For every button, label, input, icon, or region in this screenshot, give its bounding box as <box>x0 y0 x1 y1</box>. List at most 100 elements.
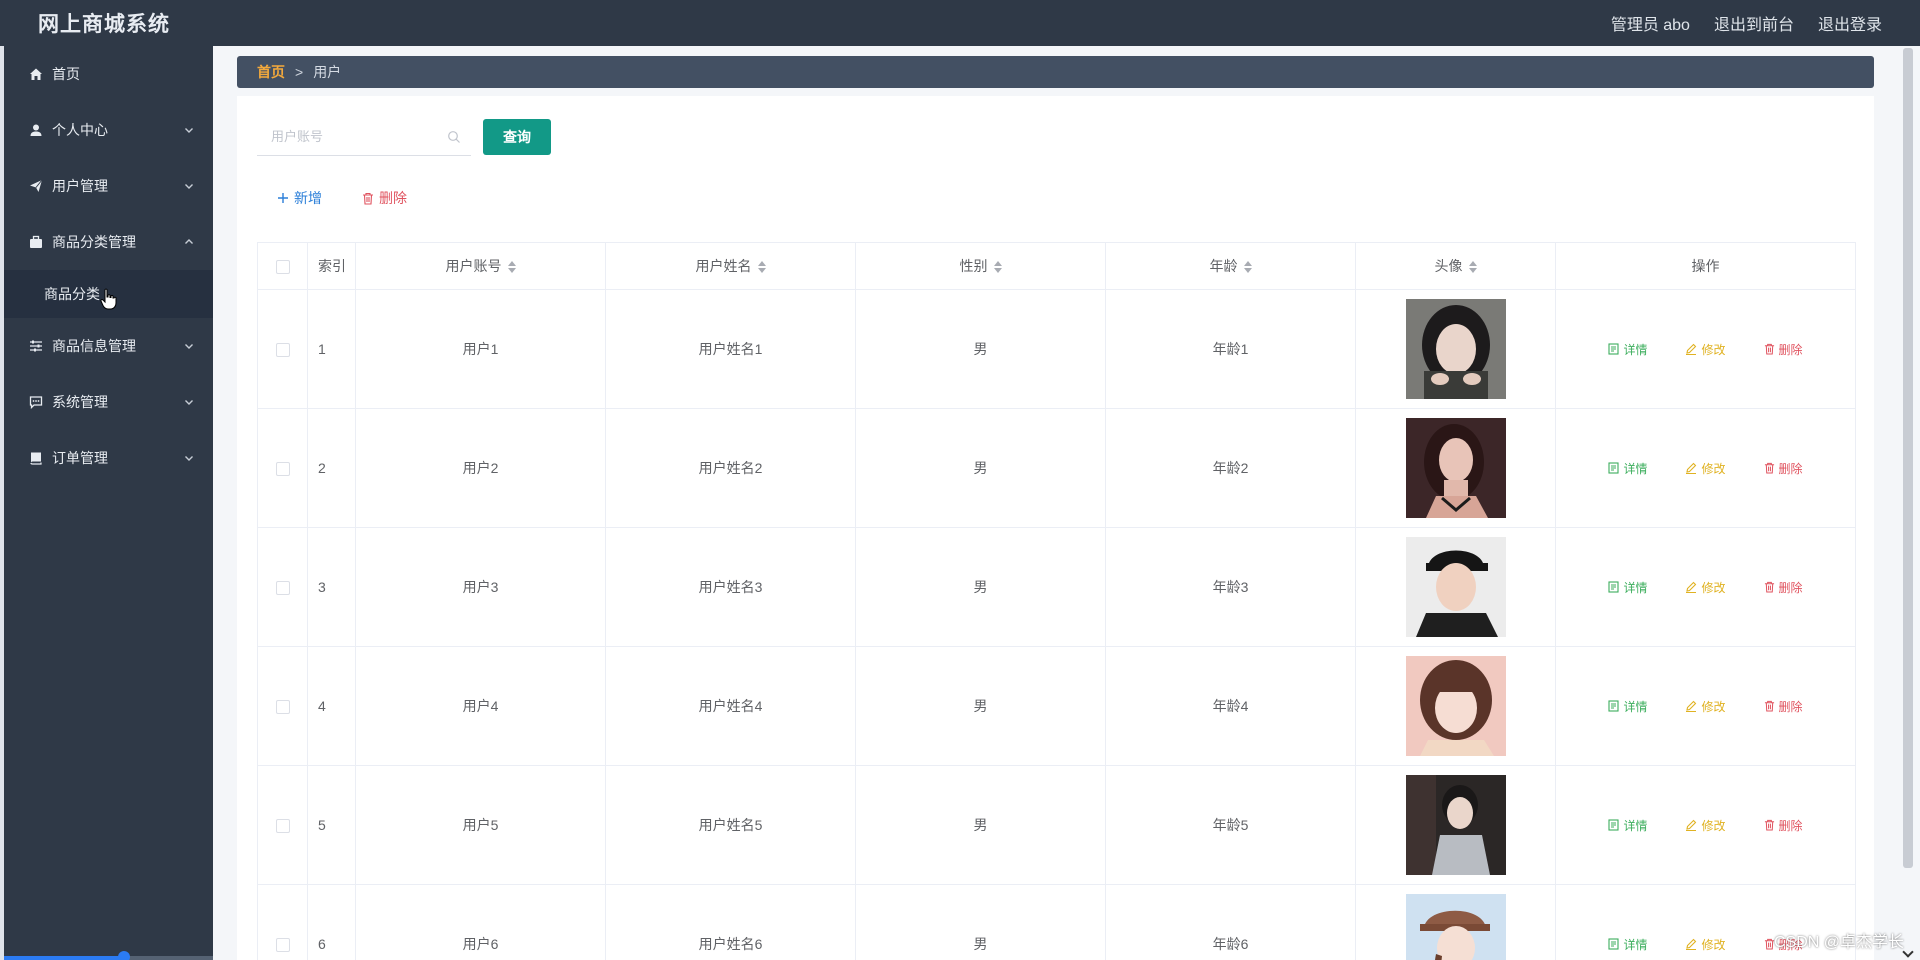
edit-label: 修改 <box>1701 461 1726 476</box>
delete-button[interactable]: 删除 <box>1764 460 1803 477</box>
avatar-cell <box>1355 884 1556 960</box>
trash-icon <box>1764 581 1774 593</box>
name-cell: 用户姓名5 <box>605 765 856 885</box>
edit-button[interactable]: 修改 <box>1685 936 1726 953</box>
row-checkbox[interactable] <box>275 700 290 715</box>
column-header-age[interactable]: 年龄 <box>1105 242 1356 290</box>
sort-icon[interactable] <box>507 261 516 274</box>
add-button[interactable]: 新增 <box>277 188 322 208</box>
avatar-cell <box>1355 408 1556 528</box>
edit-button[interactable]: 修改 <box>1685 579 1726 596</box>
scroll-down-arrow-icon[interactable] <box>1902 946 1914 958</box>
delete-button[interactable]: 删除 <box>1764 817 1803 834</box>
sidebar-item-user-management[interactable]: 用户管理 <box>4 158 213 214</box>
pencil-icon <box>1686 462 1697 474</box>
account-search-input[interactable] <box>271 129 431 144</box>
column-header-account[interactable]: 用户账号 <box>355 242 606 290</box>
detail-button[interactable]: 详情 <box>1608 698 1647 715</box>
exit-to-front-link[interactable]: 退出到前台 <box>1714 11 1794 35</box>
table-body: 1 用户1 用户姓名1 男 年龄1 详情 修改 删除 2 用户2 用户姓名2 男… <box>257 289 1856 960</box>
progress-knob[interactable] <box>118 951 130 960</box>
video-progress-bar[interactable] <box>4 951 217 960</box>
detail-label: 详情 <box>1623 461 1648 476</box>
pencil-icon <box>1686 819 1697 831</box>
plus-icon <box>278 193 288 203</box>
edit-button[interactable]: 修改 <box>1685 341 1726 358</box>
sidebar-item-order-management[interactable]: 订单管理 <box>4 430 213 486</box>
sidebar-item-product-info-management[interactable]: 商品信息管理 <box>4 318 213 374</box>
column-header-name[interactable]: 用户姓名 <box>605 242 856 290</box>
select-all-checkbox[interactable] <box>275 260 290 275</box>
delete-button[interactable]: 删除 <box>1764 341 1803 358</box>
chevron-down-icon <box>185 128 193 133</box>
pencil-icon <box>1686 938 1697 950</box>
gender-cell: 男 <box>855 289 1106 409</box>
sort-icon[interactable] <box>1243 261 1252 274</box>
column-header-gender[interactable]: 性别 <box>855 242 1106 290</box>
user-avatar-image[interactable] <box>1405 537 1506 637</box>
row-select-cell <box>257 289 308 409</box>
row-select-cell <box>257 646 308 766</box>
sidebar-subitem-product-category[interactable]: 商品分类 <box>4 270 213 318</box>
delete-button[interactable]: 删除 <box>1764 579 1803 596</box>
detail-button[interactable]: 详情 <box>1608 460 1647 477</box>
breadcrumb-home-link[interactable]: 首页 <box>257 62 285 82</box>
row-checkbox[interactable] <box>275 938 290 953</box>
user-avatar-image[interactable] <box>1405 894 1506 960</box>
row-checkbox[interactable] <box>275 462 290 477</box>
sidebar: 首页 个人中心 用户管理 商品分类管理 商品分类 商品信息管理 系统管理 订单管… <box>0 46 217 960</box>
name-cell: 用户姓名3 <box>605 527 856 647</box>
age-cell: 年龄1 <box>1105 289 1356 409</box>
row-checkbox[interactable] <box>275 581 290 596</box>
age-cell: 年龄5 <box>1105 765 1356 885</box>
gender-cell: 男 <box>855 527 1106 647</box>
add-button-label: 新增 <box>294 190 322 206</box>
logout-link[interactable]: 退出登录 <box>1818 11 1882 35</box>
detail-button[interactable]: 详情 <box>1608 817 1647 834</box>
watermark: CSDN @卓杰学长 <box>1773 934 1904 951</box>
row-checkbox[interactable] <box>275 819 290 834</box>
operations-cell: 详情 修改 删除 <box>1555 527 1856 647</box>
delete-button[interactable]: 删除 <box>1764 698 1803 715</box>
sidebar-item-system-management[interactable]: 系统管理 <box>4 374 213 430</box>
detail-label: 详情 <box>1623 818 1648 833</box>
sidebar-item-personal-center[interactable]: 个人中心 <box>4 102 213 158</box>
hand-cursor-icon <box>100 288 117 310</box>
query-button[interactable]: 查询 <box>483 119 551 155</box>
edit-button[interactable]: 修改 <box>1685 698 1726 715</box>
sort-icon[interactable] <box>757 261 766 274</box>
chevron-down-icon <box>185 400 193 405</box>
sidebar-item-category-management[interactable]: 商品分类管理 <box>4 214 213 270</box>
user-avatar-image[interactable] <box>1405 418 1506 518</box>
row-checkbox[interactable] <box>275 343 290 358</box>
table-header-row: 索引 用户账号 用户姓名 性别 年龄 头像 操作 <box>257 242 1856 290</box>
send-icon <box>28 178 44 194</box>
table-row: 3 用户3 用户姓名3 男 年龄3 详情 修改 删除 <box>257 527 1856 647</box>
sort-icon[interactable] <box>1468 261 1477 274</box>
scrollbar-thumb[interactable] <box>1903 48 1913 868</box>
detail-button[interactable]: 详情 <box>1608 936 1647 953</box>
sidebar-item-home[interactable]: 首页 <box>4 46 213 102</box>
name-cell: 用户姓名6 <box>605 884 856 960</box>
column-header-avatar[interactable]: 头像 <box>1355 242 1556 290</box>
user-avatar-image[interactable] <box>1405 656 1506 756</box>
table-row: 4 用户4 用户姓名4 男 年龄4 详情 修改 删除 <box>257 646 1856 766</box>
detail-button[interactable]: 详情 <box>1608 341 1647 358</box>
document-icon <box>1608 938 1620 950</box>
trash-icon <box>1764 343 1774 355</box>
edit-label: 修改 <box>1701 818 1726 833</box>
table-row: 2 用户2 用户姓名2 男 年龄2 详情 修改 删除 <box>257 408 1856 528</box>
edit-button[interactable]: 修改 <box>1685 460 1726 477</box>
edit-button[interactable]: 修改 <box>1685 817 1726 834</box>
sort-icon[interactable] <box>993 261 1002 274</box>
delete-label: 删除 <box>1778 342 1803 357</box>
detail-button[interactable]: 详情 <box>1608 579 1647 596</box>
batch-delete-label: 删除 <box>379 190 407 206</box>
page-scrollbar[interactable] <box>1898 46 1918 960</box>
column-header-label: 用户姓名 <box>695 258 752 274</box>
user-avatar-image[interactable] <box>1405 299 1506 399</box>
sidebar-item-label: 系统管理 <box>52 394 108 410</box>
user-avatar-image[interactable] <box>1405 775 1506 875</box>
batch-delete-button[interactable]: 删除 <box>362 188 407 208</box>
book-icon <box>28 450 44 466</box>
